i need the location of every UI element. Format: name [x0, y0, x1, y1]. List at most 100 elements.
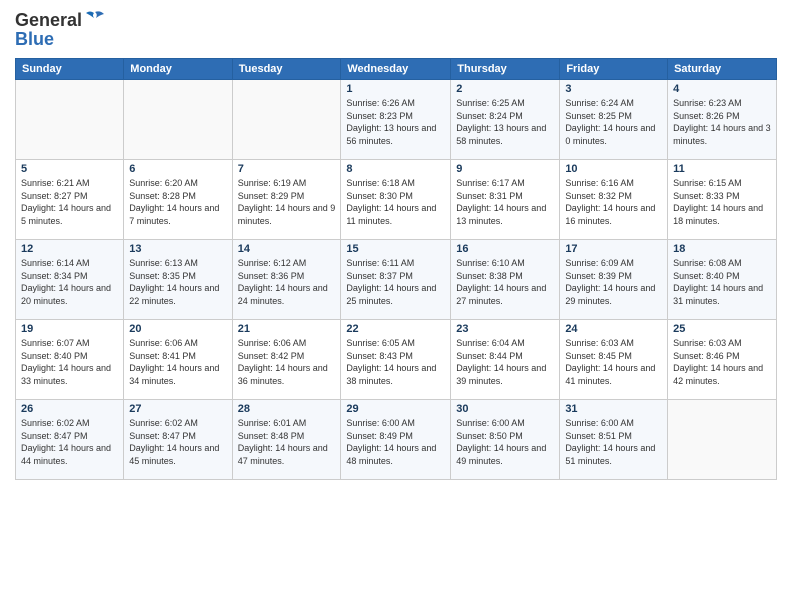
day-cell: 12 Sunrise: 6:14 AM Sunset: 8:34 PM Dayl…	[16, 240, 124, 320]
day-number: 30	[456, 403, 554, 415]
day-cell: 20 Sunrise: 6:06 AM Sunset: 8:41 PM Dayl…	[124, 320, 232, 400]
day-info: Sunrise: 6:15 AM Sunset: 8:33 PM Dayligh…	[673, 177, 771, 227]
day-cell: 18 Sunrise: 6:08 AM Sunset: 8:40 PM Dayl…	[668, 240, 777, 320]
day-cell	[124, 80, 232, 160]
day-cell: 5 Sunrise: 6:21 AM Sunset: 8:27 PM Dayli…	[16, 160, 124, 240]
day-cell: 7 Sunrise: 6:19 AM Sunset: 8:29 PM Dayli…	[232, 160, 341, 240]
day-cell: 3 Sunrise: 6:24 AM Sunset: 8:25 PM Dayli…	[560, 80, 668, 160]
day-cell: 6 Sunrise: 6:20 AM Sunset: 8:28 PM Dayli…	[124, 160, 232, 240]
day-info: Sunrise: 6:06 AM Sunset: 8:42 PM Dayligh…	[238, 337, 336, 387]
day-info: Sunrise: 6:03 AM Sunset: 8:45 PM Dayligh…	[565, 337, 662, 387]
day-info: Sunrise: 6:12 AM Sunset: 8:36 PM Dayligh…	[238, 257, 336, 307]
day-number: 2	[456, 83, 554, 95]
day-cell: 13 Sunrise: 6:13 AM Sunset: 8:35 PM Dayl…	[124, 240, 232, 320]
day-number: 4	[673, 83, 771, 95]
day-number: 17	[565, 243, 662, 255]
calendar: SundayMondayTuesdayWednesdayThursdayFrid…	[15, 58, 777, 480]
day-cell: 4 Sunrise: 6:23 AM Sunset: 8:26 PM Dayli…	[668, 80, 777, 160]
day-info: Sunrise: 6:01 AM Sunset: 8:48 PM Dayligh…	[238, 417, 336, 467]
day-cell: 25 Sunrise: 6:03 AM Sunset: 8:46 PM Dayl…	[668, 320, 777, 400]
day-cell: 30 Sunrise: 6:00 AM Sunset: 8:50 PM Dayl…	[451, 400, 560, 480]
day-info: Sunrise: 6:11 AM Sunset: 8:37 PM Dayligh…	[346, 257, 445, 307]
day-info: Sunrise: 6:25 AM Sunset: 8:24 PM Dayligh…	[456, 97, 554, 147]
day-number: 6	[129, 163, 226, 175]
day-header-saturday: Saturday	[668, 59, 777, 80]
logo-general-text: General	[15, 10, 82, 31]
day-number: 26	[21, 403, 118, 415]
day-info: Sunrise: 6:00 AM Sunset: 8:51 PM Dayligh…	[565, 417, 662, 467]
day-number: 29	[346, 403, 445, 415]
week-row-5: 26 Sunrise: 6:02 AM Sunset: 8:47 PM Dayl…	[16, 400, 777, 480]
day-cell: 15 Sunrise: 6:11 AM Sunset: 8:37 PM Dayl…	[341, 240, 451, 320]
week-row-3: 12 Sunrise: 6:14 AM Sunset: 8:34 PM Dayl…	[16, 240, 777, 320]
day-info: Sunrise: 6:16 AM Sunset: 8:32 PM Dayligh…	[565, 177, 662, 227]
day-number: 25	[673, 323, 771, 335]
day-number: 12	[21, 243, 118, 255]
day-number: 28	[238, 403, 336, 415]
day-cell: 22 Sunrise: 6:05 AM Sunset: 8:43 PM Dayl…	[341, 320, 451, 400]
day-number: 14	[238, 243, 336, 255]
day-number: 27	[129, 403, 226, 415]
day-cell: 9 Sunrise: 6:17 AM Sunset: 8:31 PM Dayli…	[451, 160, 560, 240]
day-info: Sunrise: 6:14 AM Sunset: 8:34 PM Dayligh…	[21, 257, 118, 307]
day-info: Sunrise: 6:13 AM Sunset: 8:35 PM Dayligh…	[129, 257, 226, 307]
day-cell: 11 Sunrise: 6:15 AM Sunset: 8:33 PM Dayl…	[668, 160, 777, 240]
day-cell: 23 Sunrise: 6:04 AM Sunset: 8:44 PM Dayl…	[451, 320, 560, 400]
logo-blue-text: Blue	[15, 29, 54, 50]
day-info: Sunrise: 6:02 AM Sunset: 8:47 PM Dayligh…	[129, 417, 226, 467]
day-number: 21	[238, 323, 336, 335]
day-number: 11	[673, 163, 771, 175]
day-number: 31	[565, 403, 662, 415]
day-info: Sunrise: 6:23 AM Sunset: 8:26 PM Dayligh…	[673, 97, 771, 147]
day-cell: 17 Sunrise: 6:09 AM Sunset: 8:39 PM Dayl…	[560, 240, 668, 320]
logo: General Blue	[15, 10, 106, 50]
day-number: 9	[456, 163, 554, 175]
day-header-friday: Friday	[560, 59, 668, 80]
day-number: 22	[346, 323, 445, 335]
day-info: Sunrise: 6:07 AM Sunset: 8:40 PM Dayligh…	[21, 337, 118, 387]
day-info: Sunrise: 6:17 AM Sunset: 8:31 PM Dayligh…	[456, 177, 554, 227]
day-cell: 14 Sunrise: 6:12 AM Sunset: 8:36 PM Dayl…	[232, 240, 341, 320]
day-info: Sunrise: 6:18 AM Sunset: 8:30 PM Dayligh…	[346, 177, 445, 227]
day-info: Sunrise: 6:02 AM Sunset: 8:47 PM Dayligh…	[21, 417, 118, 467]
day-info: Sunrise: 6:04 AM Sunset: 8:44 PM Dayligh…	[456, 337, 554, 387]
day-header-wednesday: Wednesday	[341, 59, 451, 80]
day-cell: 10 Sunrise: 6:16 AM Sunset: 8:32 PM Dayl…	[560, 160, 668, 240]
day-info: Sunrise: 6:19 AM Sunset: 8:29 PM Dayligh…	[238, 177, 336, 227]
day-cell: 1 Sunrise: 6:26 AM Sunset: 8:23 PM Dayli…	[341, 80, 451, 160]
day-info: Sunrise: 6:26 AM Sunset: 8:23 PM Dayligh…	[346, 97, 445, 147]
day-cell: 31 Sunrise: 6:00 AM Sunset: 8:51 PM Dayl…	[560, 400, 668, 480]
day-cell: 28 Sunrise: 6:01 AM Sunset: 8:48 PM Dayl…	[232, 400, 341, 480]
page: General Blue SundayMondayTuesdayWednesda…	[0, 0, 792, 612]
day-number: 10	[565, 163, 662, 175]
day-info: Sunrise: 6:06 AM Sunset: 8:41 PM Dayligh…	[129, 337, 226, 387]
day-number: 23	[456, 323, 554, 335]
day-cell	[16, 80, 124, 160]
day-cell	[668, 400, 777, 480]
week-row-2: 5 Sunrise: 6:21 AM Sunset: 8:27 PM Dayli…	[16, 160, 777, 240]
day-cell: 27 Sunrise: 6:02 AM Sunset: 8:47 PM Dayl…	[124, 400, 232, 480]
day-number: 18	[673, 243, 771, 255]
day-info: Sunrise: 6:10 AM Sunset: 8:38 PM Dayligh…	[456, 257, 554, 307]
day-cell: 21 Sunrise: 6:06 AM Sunset: 8:42 PM Dayl…	[232, 320, 341, 400]
day-info: Sunrise: 6:00 AM Sunset: 8:50 PM Dayligh…	[456, 417, 554, 467]
day-header-tuesday: Tuesday	[232, 59, 341, 80]
day-number: 19	[21, 323, 118, 335]
day-cell: 19 Sunrise: 6:07 AM Sunset: 8:40 PM Dayl…	[16, 320, 124, 400]
day-number: 20	[129, 323, 226, 335]
week-row-4: 19 Sunrise: 6:07 AM Sunset: 8:40 PM Dayl…	[16, 320, 777, 400]
day-cell	[232, 80, 341, 160]
day-info: Sunrise: 6:09 AM Sunset: 8:39 PM Dayligh…	[565, 257, 662, 307]
day-number: 1	[346, 83, 445, 95]
day-cell: 29 Sunrise: 6:00 AM Sunset: 8:49 PM Dayl…	[341, 400, 451, 480]
day-info: Sunrise: 6:21 AM Sunset: 8:27 PM Dayligh…	[21, 177, 118, 227]
day-cell: 24 Sunrise: 6:03 AM Sunset: 8:45 PM Dayl…	[560, 320, 668, 400]
day-info: Sunrise: 6:00 AM Sunset: 8:49 PM Dayligh…	[346, 417, 445, 467]
day-number: 16	[456, 243, 554, 255]
day-number: 8	[346, 163, 445, 175]
day-info: Sunrise: 6:05 AM Sunset: 8:43 PM Dayligh…	[346, 337, 445, 387]
day-info: Sunrise: 6:24 AM Sunset: 8:25 PM Dayligh…	[565, 97, 662, 147]
logo-bird-icon	[84, 10, 106, 28]
day-header-monday: Monday	[124, 59, 232, 80]
day-header-sunday: Sunday	[16, 59, 124, 80]
